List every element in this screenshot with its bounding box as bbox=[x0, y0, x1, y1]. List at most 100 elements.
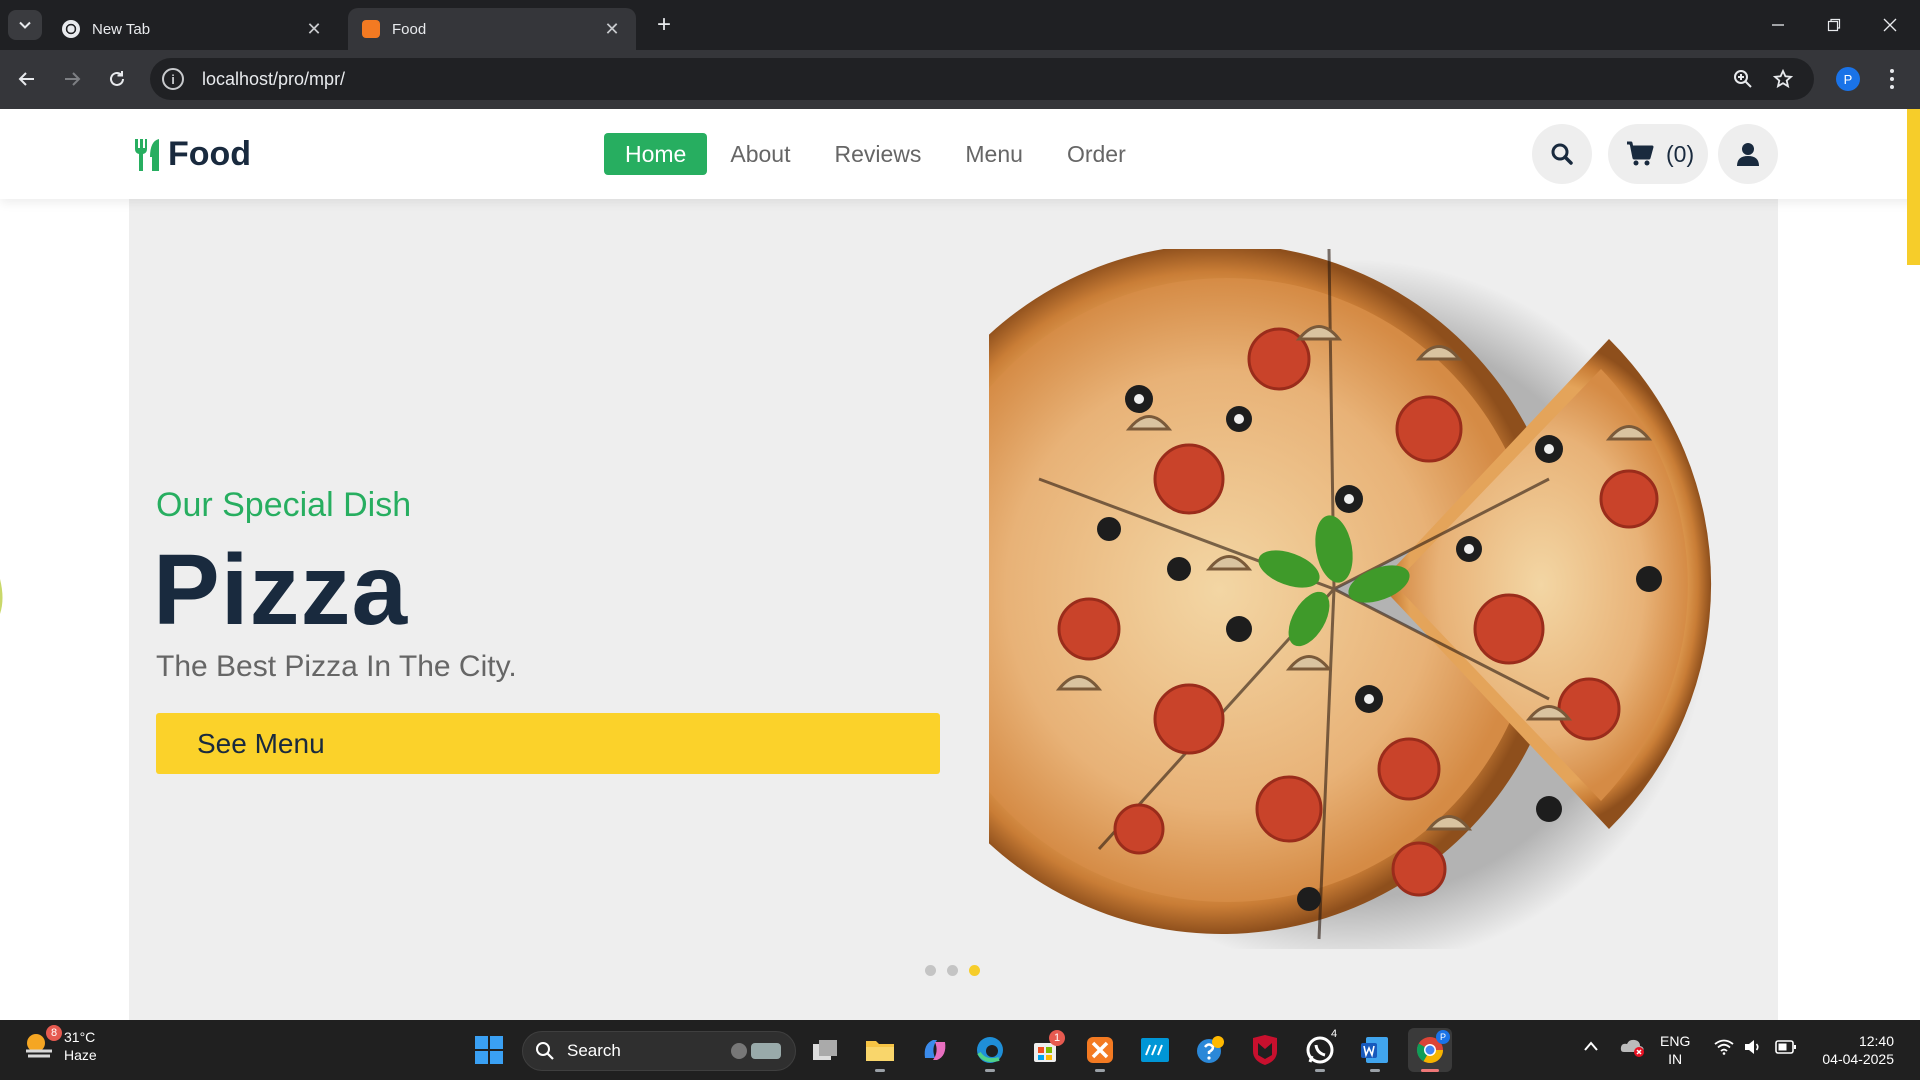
reload-button[interactable] bbox=[102, 64, 132, 94]
tab-food[interactable]: Food ✕ bbox=[348, 8, 636, 50]
bookmark-star-icon[interactable] bbox=[1766, 62, 1800, 96]
copilot-button[interactable] bbox=[913, 1028, 957, 1072]
clock[interactable]: 12:40 04-04-2025 bbox=[1814, 1032, 1894, 1068]
slider-pagination bbox=[925, 965, 991, 976]
copilot-icon bbox=[924, 1040, 946, 1060]
profile-avatar[interactable]: P bbox=[1836, 67, 1860, 91]
arrow-right-icon bbox=[65, 72, 81, 86]
wifi-icon bbox=[1714, 1039, 1734, 1055]
windows-logo-icon bbox=[475, 1036, 503, 1064]
whatsapp-badge: 4 bbox=[1330, 1028, 1338, 1040]
cart-button[interactable]: (0) bbox=[1608, 124, 1709, 184]
network-status[interactable] bbox=[1714, 1039, 1734, 1059]
nav-reviews[interactable]: Reviews bbox=[813, 133, 942, 175]
word-button[interactable] bbox=[1353, 1028, 1397, 1072]
search-icon bbox=[1551, 143, 1573, 165]
battery-icon bbox=[1775, 1040, 1796, 1054]
myhp-icon bbox=[1141, 1038, 1169, 1062]
browser-menu-icon[interactable] bbox=[1880, 64, 1904, 94]
show-hidden-icons[interactable] bbox=[1583, 1038, 1599, 1056]
main-nav: Home About Reviews Menu Order bbox=[604, 133, 1149, 175]
header-icons: (0) bbox=[1532, 124, 1779, 184]
back-button[interactable] bbox=[12, 64, 42, 94]
browser-toolbar: i localhost/pro/mpr/ P bbox=[0, 50, 1920, 109]
start-button[interactable] bbox=[467, 1028, 511, 1072]
zoom-icon[interactable] bbox=[1726, 62, 1760, 96]
search-highlight-icon bbox=[731, 1043, 781, 1059]
nav-about[interactable]: About bbox=[709, 133, 811, 175]
cart-icon bbox=[1627, 141, 1654, 166]
edge-button[interactable] bbox=[968, 1028, 1012, 1072]
myhp-button[interactable] bbox=[1133, 1028, 1177, 1072]
tab-new-tab[interactable]: New Tab ✕ bbox=[48, 8, 338, 50]
chrome-icon bbox=[62, 20, 80, 38]
mcafee-button[interactable] bbox=[1243, 1028, 1287, 1072]
whatsapp-button[interactable]: 4 bbox=[1298, 1028, 1342, 1072]
previous-slide-food-image bbox=[0, 579, 30, 1020]
forward-button[interactable] bbox=[57, 64, 87, 94]
search-button[interactable] bbox=[1532, 124, 1592, 184]
weather-desc: Haze bbox=[64, 1047, 97, 1063]
mcafee-shield-icon bbox=[1253, 1035, 1277, 1065]
onedrive-status[interactable] bbox=[1620, 1036, 1646, 1062]
word-icon bbox=[1361, 1037, 1388, 1063]
help-button[interactable] bbox=[1188, 1028, 1232, 1072]
url-text[interactable]: localhost/pro/mpr/ bbox=[202, 69, 1726, 90]
volume-status[interactable] bbox=[1744, 1039, 1762, 1059]
cloud-error-icon bbox=[1620, 1039, 1644, 1057]
new-tab-button[interactable]: + bbox=[650, 11, 678, 39]
battery-status[interactable] bbox=[1775, 1040, 1797, 1058]
taskbar-search[interactable]: Search bbox=[522, 1031, 796, 1071]
restore-button[interactable] bbox=[1810, 8, 1858, 42]
site-logo[interactable]: Food bbox=[132, 135, 251, 174]
weather-widget[interactable]: 8 31°C Haze bbox=[22, 1025, 97, 1064]
store-button[interactable]: 1 bbox=[1023, 1028, 1067, 1072]
slider-dot-2[interactable] bbox=[947, 965, 958, 976]
utensils-icon bbox=[135, 138, 159, 171]
lang-bottom: IN bbox=[1668, 1051, 1683, 1067]
clock-date: 04-04-2025 bbox=[1822, 1051, 1894, 1067]
pizza-image bbox=[989, 249, 1712, 949]
language-indicator[interactable]: ENG IN bbox=[1660, 1032, 1690, 1068]
restore-icon bbox=[1827, 18, 1841, 32]
xampp-button[interactable] bbox=[1078, 1028, 1122, 1072]
clock-time: 12:40 bbox=[1858, 1033, 1894, 1049]
hero-title: Pizza bbox=[153, 534, 409, 646]
user-icon bbox=[1737, 143, 1760, 166]
reload-icon bbox=[110, 71, 124, 86]
xampp-icon bbox=[1087, 1037, 1113, 1063]
slider-dot-1[interactable] bbox=[925, 965, 936, 976]
hero-tagline: The Best Pizza In The City. bbox=[156, 650, 517, 683]
close-window-button[interactable] bbox=[1866, 8, 1914, 42]
nav-menu[interactable]: Menu bbox=[944, 133, 1044, 175]
tab-search-button[interactable] bbox=[8, 10, 42, 40]
logo-text: Food bbox=[168, 135, 252, 173]
see-menu-button[interactable]: See Menu bbox=[156, 713, 940, 774]
file-explorer-button[interactable] bbox=[858, 1028, 902, 1072]
nav-home[interactable]: Home bbox=[604, 133, 708, 175]
account-button[interactable] bbox=[1718, 124, 1779, 184]
hero-slide: Our Special Dish Pizza The Best Pizza In… bbox=[129, 199, 1778, 1020]
search-icon bbox=[536, 1042, 554, 1060]
cart-count: (0) bbox=[1666, 140, 1695, 167]
scroll-indicator bbox=[1907, 109, 1920, 265]
task-view-icon bbox=[813, 1040, 837, 1060]
weather-temp: 31°C bbox=[64, 1029, 96, 1045]
close-icon[interactable]: ✕ bbox=[602, 19, 622, 39]
folder-icon bbox=[866, 1041, 894, 1061]
nav-order[interactable]: Order bbox=[1046, 133, 1147, 175]
hero-subtitle: Our Special Dish bbox=[156, 486, 412, 524]
task-view-button[interactable] bbox=[803, 1028, 847, 1072]
chrome-button[interactable]: P bbox=[1408, 1028, 1452, 1072]
edge-icon bbox=[977, 1037, 1003, 1063]
store-badge: 1 bbox=[1049, 1030, 1065, 1046]
browser-tab-strip: New Tab ✕ Food ✕ + bbox=[0, 0, 1920, 50]
slider-dot-3[interactable] bbox=[969, 965, 980, 976]
site-info-icon[interactable]: i bbox=[162, 68, 184, 90]
close-icon[interactable]: ✕ bbox=[304, 19, 324, 39]
address-bar[interactable]: i localhost/pro/mpr/ bbox=[150, 58, 1814, 100]
xampp-icon bbox=[362, 20, 380, 38]
help-icon bbox=[1197, 1036, 1224, 1063]
minimize-button[interactable] bbox=[1754, 8, 1802, 42]
weather-badge: 8 bbox=[46, 1025, 62, 1041]
